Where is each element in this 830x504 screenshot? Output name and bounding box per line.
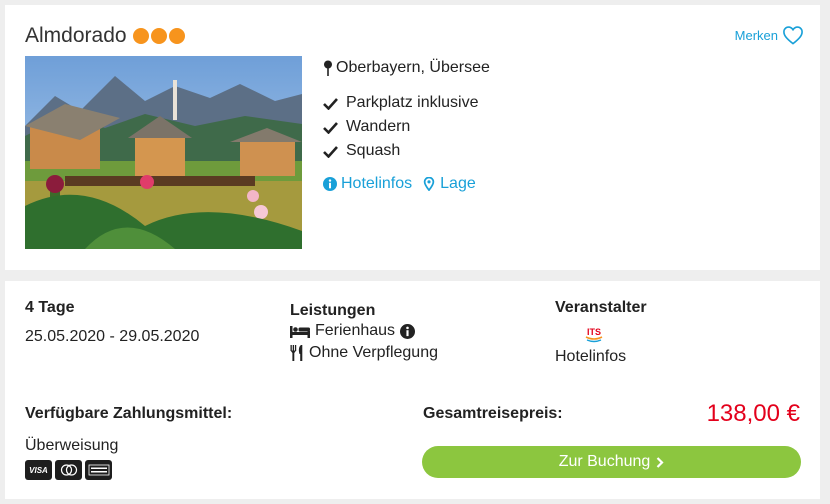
check-icon: [323, 97, 338, 110]
trip-info: 4 Tage 25.05.2020 - 29.05.2020: [25, 299, 199, 346]
cutlery-icon: [290, 345, 303, 361]
bed-icon: [290, 326, 310, 338]
payment-title: Verfügbare Zahlungsmittel:: [25, 405, 233, 422]
total-price: 138,00 €: [706, 400, 800, 427]
board-row: Ohne Verpflegung: [290, 342, 438, 364]
services-title: Leistungen: [290, 302, 376, 319]
info-icon[interactable]: [400, 323, 416, 339]
hotelinfo-link[interactable]: Hotelinfos: [323, 175, 412, 193]
landscape-image: [25, 56, 302, 249]
accommodation-row: Ferienhaus: [290, 320, 438, 342]
rating-dot: [132, 28, 149, 44]
info-icon: [323, 177, 337, 191]
offer-card: 4 Tage 25.05.2020 - 29.05.2020 Leistunge…: [5, 281, 820, 499]
booking-button[interactable]: Zur Buchung: [422, 446, 801, 478]
board-label: Ohne Verpflegung: [309, 344, 438, 361]
hotel-photo[interactable]: [25, 56, 302, 249]
amex-logo: [85, 460, 112, 480]
rating-dots: [132, 28, 185, 44]
its-logo: ITS: [585, 327, 603, 343]
hotel-links: Hotelinfos Lage: [323, 175, 476, 193]
operator: Veranstalter ITS Hotelinfos: [555, 299, 647, 366]
total-price-label: Gesamtreisepreis:: [423, 405, 563, 422]
feature-item: Wandern: [323, 115, 479, 139]
booking-button-label[interactable]: Zur Buchung: [559, 453, 651, 471]
feature-label: Squash: [346, 142, 401, 159]
check-icon: [323, 121, 338, 134]
feature-list: Parkplatz inklusive Wandern Squash: [323, 91, 479, 163]
card-logos: VISA: [25, 460, 232, 480]
heart-icon[interactable]: [782, 25, 804, 45]
trip-duration: 4 Tage: [25, 299, 75, 316]
map-pin-icon: [423, 177, 435, 191]
location-text: Oberbayern, Übersee: [336, 59, 490, 76]
rating-dot: [168, 28, 185, 44]
feature-label: Parkplatz inklusive: [346, 94, 479, 111]
location: Oberbayern, Übersee: [323, 59, 490, 77]
map-link-label[interactable]: Lage: [440, 175, 476, 193]
accommodation-label: Ferienhaus: [315, 322, 396, 339]
services: Leistungen Ferienhaus Ohne Verpflegung: [290, 302, 438, 364]
rating-dot: [150, 28, 167, 44]
feature-item: Parkplatz inklusive: [323, 91, 479, 115]
mastercard-logo: [55, 460, 82, 480]
check-icon: [323, 145, 338, 158]
pin-icon: [324, 60, 332, 76]
visa-logo: VISA: [25, 460, 52, 480]
feature-item: Squash: [323, 139, 479, 163]
hotel-card: Almdorado Merken Oberbayern, Übersee Par…: [5, 5, 820, 270]
save-label[interactable]: Merken: [735, 28, 778, 43]
map-link[interactable]: Lage: [422, 175, 476, 193]
payment: Verfügbare Zahlungsmittel: Überweisung V…: [25, 405, 232, 480]
hotel-name[interactable]: Almdorado: [25, 24, 127, 48]
trip-dates: 25.05.2020 - 29.05.2020: [25, 328, 200, 345]
operator-hotelinfo[interactable]: Hotelinfos: [555, 348, 647, 366]
payment-method: Überweisung: [25, 437, 119, 454]
operator-title: Veranstalter: [555, 299, 647, 316]
chevron-right-icon: [657, 456, 664, 468]
hotel-title[interactable]: Almdorado: [25, 24, 185, 48]
feature-label: Wandern: [346, 118, 411, 135]
its-logo-text: ITS: [587, 327, 601, 337]
hotelinfo-link-label[interactable]: Hotelinfos: [341, 175, 412, 193]
save-button[interactable]: Merken: [735, 25, 804, 45]
